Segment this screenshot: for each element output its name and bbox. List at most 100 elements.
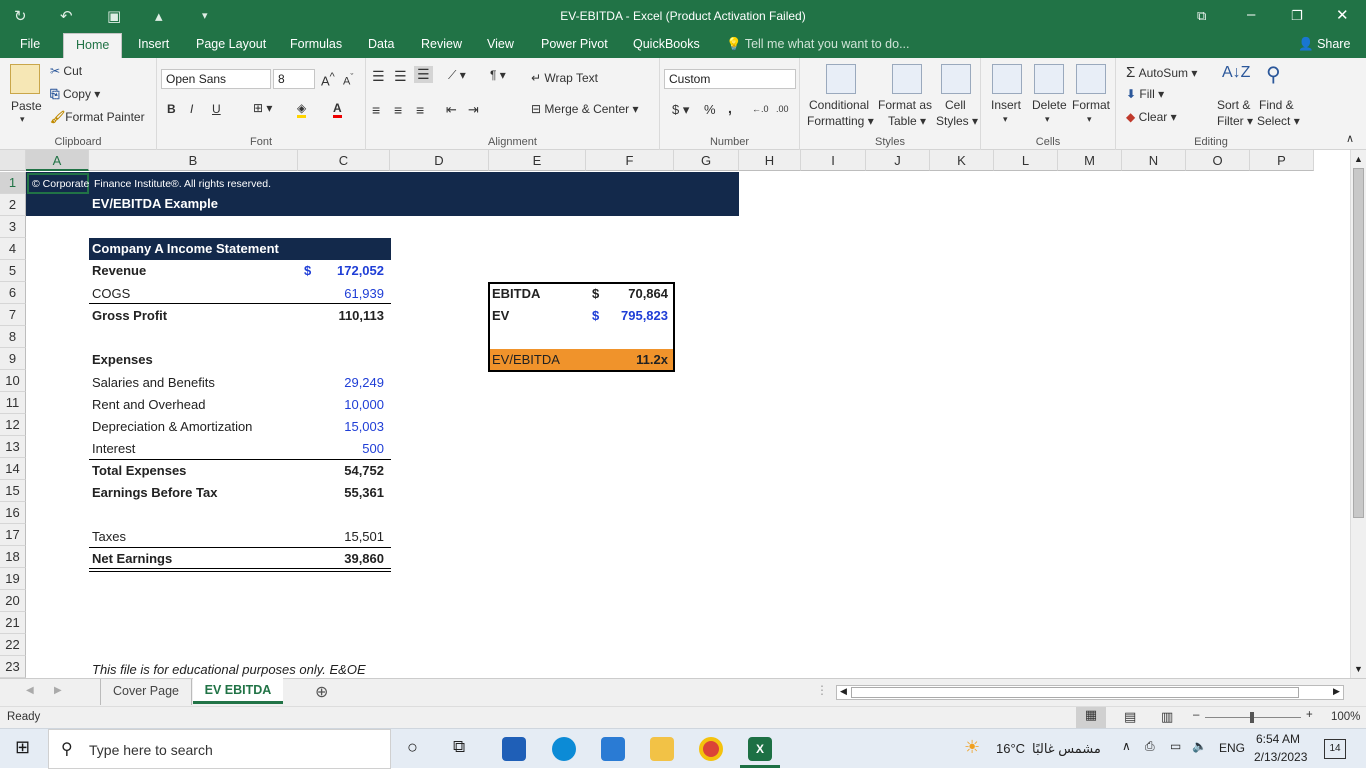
scroll-down-icon[interactable]: ▼ (1354, 664, 1363, 674)
row-header[interactable]: 21 (0, 612, 26, 634)
minimize-icon[interactable]: – (1247, 6, 1255, 23)
font-size-select[interactable]: 8 (273, 69, 315, 89)
font-family-select[interactable]: Open Sans (161, 69, 271, 89)
merge-center-button[interactable]: ⊟ Merge & Center ▾ (531, 102, 638, 116)
share-button[interactable]: 👤 Share (1298, 37, 1350, 52)
shrink-font-icon[interactable]: Aˇ (343, 72, 353, 88)
column-header[interactable]: P (1250, 150, 1314, 171)
scroll-left-icon[interactable]: ◀ (840, 686, 847, 697)
cell-styles-button[interactable]: Cell (945, 98, 966, 112)
delete-cells-icon[interactable] (1034, 64, 1064, 94)
align-left-icon[interactable]: ≡ (372, 102, 380, 118)
row-header[interactable]: 19 (0, 568, 26, 590)
cell-styles-icon[interactable] (941, 64, 971, 94)
ribbon-display-icon[interactable]: ⧉ (1197, 8, 1206, 24)
format-button[interactable]: Format (1072, 98, 1110, 112)
prev-sheet-icon[interactable]: ◀ (26, 685, 34, 696)
tab-page-layout[interactable]: Page Layout (196, 37, 266, 51)
format-dropdown-icon[interactable]: ▾ (1087, 114, 1092, 125)
row-header[interactable]: 7 (0, 304, 26, 326)
clock-date[interactable]: 2/13/2023 (1254, 750, 1307, 764)
row-header[interactable]: 5 (0, 260, 26, 282)
align-top-icon[interactable]: ☰ (372, 68, 385, 85)
column-header[interactable]: E (489, 150, 586, 171)
decrease-decimal-icon[interactable]: .00 (776, 104, 789, 114)
horizontal-scrollbar[interactable]: ◀ ▶ (836, 685, 1344, 700)
page-layout-view-icon[interactable]: ▤ (1124, 709, 1136, 725)
normal-view-icon[interactable]: ▦ (1076, 707, 1106, 728)
collapse-ribbon-icon[interactable]: ∧ (1346, 132, 1354, 145)
cortana-icon[interactable]: ○ (407, 737, 418, 758)
row-header[interactable]: 20 (0, 590, 26, 612)
row-header[interactable]: 17 (0, 524, 26, 546)
vertical-scrollbar[interactable]: ▲ ▼ (1350, 150, 1366, 678)
chrome-icon[interactable] (699, 737, 723, 761)
column-header[interactable]: D (390, 150, 489, 171)
row-header[interactable]: 2 (0, 194, 26, 216)
format-cells-icon[interactable] (1076, 64, 1106, 94)
column-header[interactable]: A (26, 150, 89, 171)
column-header[interactable]: F (586, 150, 674, 171)
row-header[interactable]: 12 (0, 414, 26, 436)
delete-dropdown-icon[interactable]: ▾ (1045, 114, 1050, 125)
italic-button[interactable]: I (190, 102, 193, 116)
cut-button[interactable]: ✂ Cut (50, 64, 82, 78)
row-header[interactable]: 23 (0, 656, 26, 678)
clear-button[interactable]: ◆ Clear ▾ (1126, 110, 1177, 124)
tab-file[interactable]: File (20, 37, 40, 51)
column-header[interactable]: N (1122, 150, 1186, 171)
task-view-icon[interactable]: ⧉ (453, 737, 465, 757)
insert-dropdown-icon[interactable]: ▾ (1003, 114, 1008, 125)
column-header[interactable]: J (866, 150, 930, 171)
row-header[interactable]: 11 (0, 392, 26, 414)
page-break-view-icon[interactable]: ▥ (1161, 709, 1173, 725)
volume-icon[interactable]: 🔈 (1192, 739, 1207, 753)
copy-button[interactable]: ⎘ Copy ▾ (50, 87, 100, 102)
next-sheet-icon[interactable]: ▶ (54, 685, 62, 696)
row-header[interactable]: 4 (0, 238, 26, 260)
row-header[interactable]: 14 (0, 458, 26, 480)
row-header[interactable]: 3 (0, 216, 26, 238)
paste-icon[interactable] (10, 64, 40, 94)
fill-color-icon[interactable]: ◈ (297, 101, 307, 118)
increase-indent-icon[interactable]: ⇥ (468, 102, 479, 118)
close-icon[interactable]: ✕ (1336, 6, 1349, 24)
tab-home[interactable]: Home (63, 33, 123, 58)
row-header[interactable]: 15 (0, 480, 26, 502)
wrap-text-button[interactable]: ↵ Wrap Text (531, 71, 598, 85)
restore-icon[interactable]: ❐ (1291, 8, 1303, 24)
row-header[interactable]: 1 (0, 172, 26, 194)
bold-button[interactable]: B (167, 102, 176, 116)
select-all-corner[interactable] (0, 150, 26, 171)
underline-button[interactable]: U (212, 102, 221, 116)
column-header[interactable]: L (994, 150, 1058, 171)
orientation-icon[interactable]: ⟋ ▾ (448, 68, 466, 83)
borders-icon[interactable]: ⊞ ▾ (253, 101, 272, 115)
row-header[interactable]: 6 (0, 282, 26, 304)
row-header[interactable]: 10 (0, 370, 26, 392)
clock-time[interactable]: 6:54 AM (1256, 732, 1300, 746)
tab-power-pivot[interactable]: Power Pivot (541, 37, 608, 51)
tab-insert[interactable]: Insert (138, 37, 169, 51)
column-header[interactable]: C (298, 150, 390, 171)
percent-button[interactable]: % (704, 102, 716, 117)
format-as-table-button[interactable]: Format as (878, 98, 932, 112)
zoom-level[interactable]: 100% (1331, 711, 1360, 723)
worksheet-grid[interactable]: ABCDEFGHIJKLMNOP 1 2 3 4 5 6 7 8 9 10 11 12 13 14 15 16… (0, 150, 1350, 678)
column-header[interactable]: B (89, 150, 298, 171)
column-header[interactable]: M (1058, 150, 1122, 171)
scroll-right-icon[interactable]: ▶ (1333, 686, 1340, 697)
insert-cells-icon[interactable] (992, 64, 1022, 94)
row-header[interactable]: 8 (0, 326, 26, 348)
number-format-select[interactable]: Custom (664, 69, 796, 89)
zoom-slider-thumb[interactable] (1250, 712, 1254, 723)
meet-now-icon[interactable]: ⎙ (1145, 739, 1155, 754)
format-painter-button[interactable]: 🖌Format Painter (50, 110, 145, 124)
paste-dropdown-icon[interactable]: ▾ (20, 114, 25, 125)
sort-filter-icon[interactable]: A↓Z (1222, 64, 1250, 82)
sort-filter-button[interactable]: Sort & (1217, 98, 1250, 112)
decrease-indent-icon[interactable]: ⇤ (446, 102, 457, 118)
grow-font-icon[interactable]: A^ (321, 71, 335, 88)
notification-icon[interactable]: 14 (1324, 739, 1346, 759)
row-header[interactable]: 9 (0, 348, 26, 370)
